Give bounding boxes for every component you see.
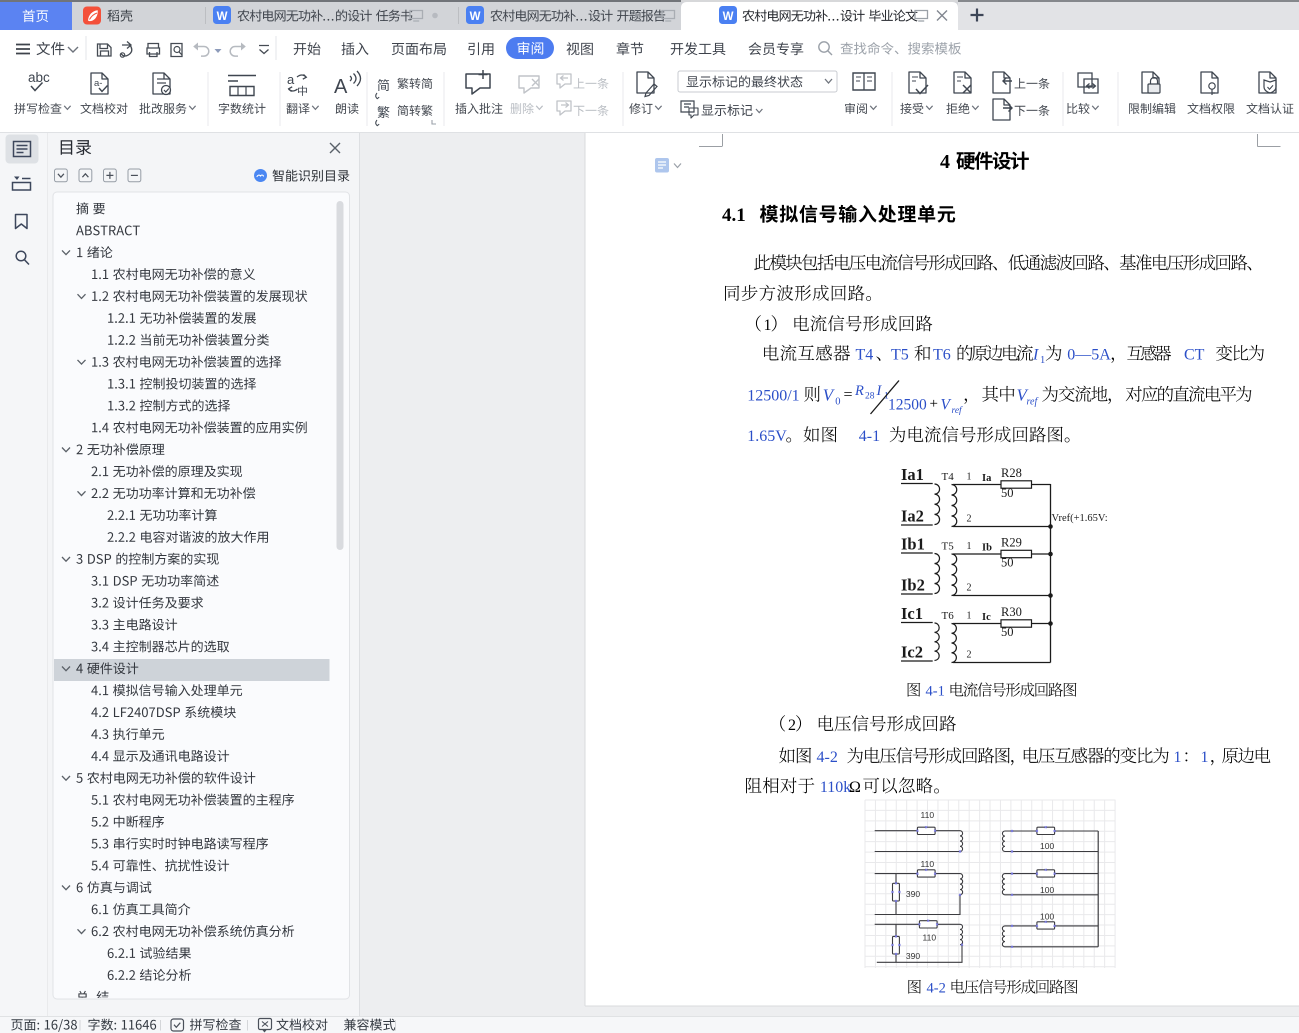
svg-text:a: a [287,72,295,87]
svg-text:Ω: Ω [849,779,861,796]
svg-text:CT: CT [1184,347,1205,364]
svg-text:4-2: 4-2 [927,981,946,997]
svg-text:1: 1 [764,317,772,334]
svg-text:0: 0 [835,397,840,408]
svg-text:R30: R30 [1001,605,1022,619]
svg-text:50: 50 [1001,486,1014,500]
svg-text:1: 1 [967,611,972,622]
svg-text:110: 110 [923,933,937,943]
svg-text:W: W [217,11,228,23]
svg-text:12500/1: 12500/1 [747,388,799,405]
svg-text:1: 1 [1040,355,1045,366]
svg-text:28: 28 [865,392,875,402]
svg-text:ref: ref [1027,397,1039,408]
svg-text:390: 390 [906,889,920,899]
svg-text:Ic2: Ic2 [901,643,923,662]
svg-text:1.65V: 1.65V [747,428,787,445]
svg-text:R29: R29 [1001,536,1022,550]
svg-text:100: 100 [1040,912,1054,922]
svg-text:100: 100 [1040,841,1054,851]
svg-text:I: I [1032,347,1039,364]
svg-text:T5: T5 [942,541,955,553]
svg-text:1: 1 [1174,749,1182,766]
svg-text:Vref(+1.65V:: Vref(+1.65V: [1052,513,1108,524]
svg-text:50: 50 [1001,625,1014,639]
svg-text:100: 100 [1040,885,1054,895]
svg-text:110: 110 [921,859,935,869]
svg-text:abc: abc [28,70,50,85]
svg-text:4-1: 4-1 [926,684,945,700]
svg-text:T6: T6 [942,610,955,622]
svg-text:2: 2 [967,514,972,525]
svg-text:A: A [334,76,348,98]
svg-text:+: + [930,396,938,412]
svg-text:2: 2 [967,650,972,661]
svg-text:V: V [941,397,952,414]
svg-text:12500: 12500 [888,397,927,414]
svg-text:110k: 110k [820,779,851,796]
svg-text:T4: T4 [942,471,955,483]
svg-text:1: 1 [967,541,972,552]
svg-text:50: 50 [1001,556,1014,570]
svg-text:T6: T6 [933,347,951,364]
svg-text:Ia: Ia [982,473,992,484]
svg-text:Ib2: Ib2 [901,576,925,595]
svg-text:0—5A: 0—5A [1067,347,1111,364]
svg-text:a-: a- [94,78,102,89]
svg-text:T5: T5 [891,347,909,364]
svg-text:4-2: 4-2 [817,749,838,766]
svg-text:2: 2 [788,717,796,734]
svg-text:390: 390 [906,951,920,961]
svg-text:Ic1: Ic1 [901,604,923,623]
svg-text:Ia2: Ia2 [901,507,924,526]
svg-text:ref: ref [952,405,964,416]
svg-text:T4: T4 [856,347,874,364]
svg-text:4: 4 [940,151,950,173]
svg-text:4-1: 4-1 [859,428,880,445]
svg-text:W: W [723,11,734,23]
svg-text:4.1: 4.1 [722,205,746,226]
svg-text:1: 1 [967,472,972,483]
svg-text:Ib: Ib [982,543,992,554]
svg-text:Ic: Ic [982,612,991,623]
svg-text:R: R [854,383,864,399]
svg-text:1: 1 [1201,749,1209,766]
svg-text:=: = [844,387,853,404]
svg-text:W: W [470,11,481,23]
svg-text:110: 110 [921,810,935,820]
svg-text:R28: R28 [1001,466,1022,480]
svg-text:Ib1: Ib1 [901,535,925,554]
svg-text:2: 2 [967,583,972,594]
svg-text:Ia1: Ia1 [901,465,924,484]
